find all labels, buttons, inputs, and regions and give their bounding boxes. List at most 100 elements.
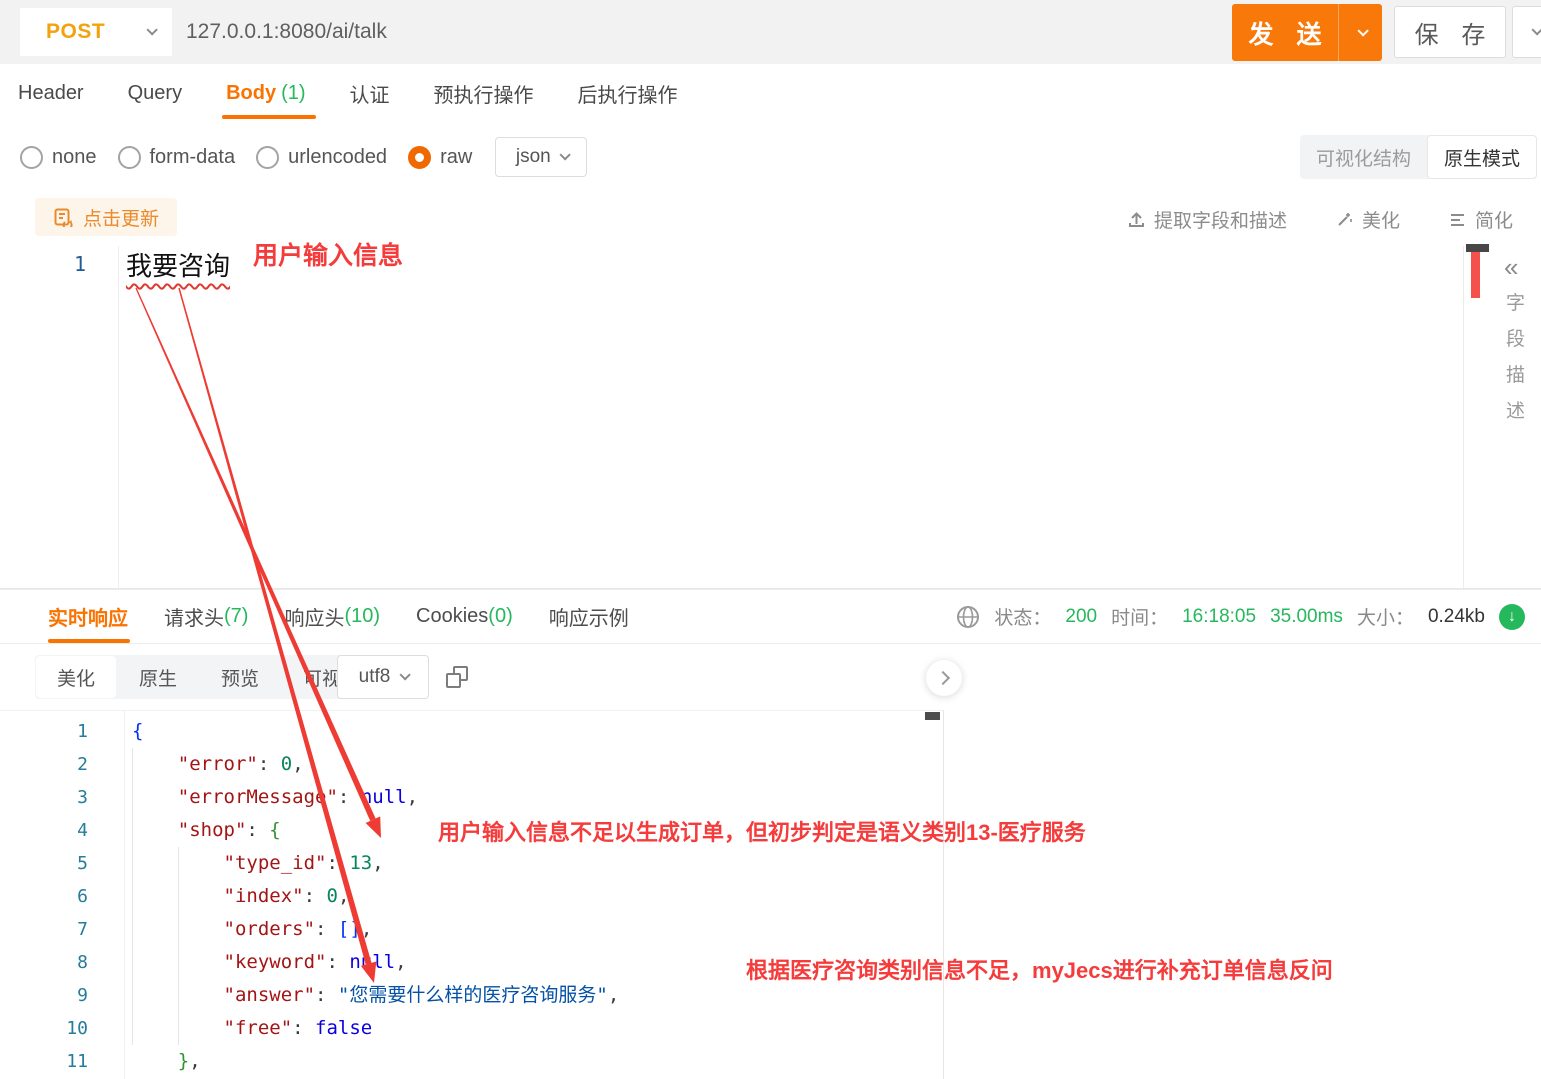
chevron-down-icon bbox=[1531, 24, 1541, 36]
tab-response-headers[interactable]: 响应头 (10) bbox=[284, 590, 380, 643]
radio-urlencoded[interactable]: urlencoded bbox=[256, 145, 387, 169]
response-view-switch: 美化 原生 预览 可视化 bbox=[35, 655, 383, 699]
code-line: "error": 0, bbox=[177, 753, 304, 775]
line-number: 2 bbox=[77, 754, 88, 775]
document-refresh-icon bbox=[54, 208, 73, 227]
duration-value: 35.00ms bbox=[1270, 605, 1343, 627]
editor-toolbar-links: 提取字段和描述 美化 简化 bbox=[1127, 192, 1513, 246]
mode-visual-structure[interactable]: 可视化结构 bbox=[1300, 135, 1427, 179]
tab-query[interactable]: Query bbox=[128, 64, 182, 122]
line-number: 1 bbox=[73, 252, 86, 276]
radio-circle-icon bbox=[117, 145, 141, 169]
method-label: POST bbox=[46, 20, 106, 43]
send-dropdown[interactable] bbox=[1338, 4, 1382, 61]
line-number: 9 bbox=[77, 985, 88, 1006]
click-update-button[interactable]: 点击更新 bbox=[35, 198, 178, 236]
annotation-followup-question: 根据医疗咨询类别信息不足，myJecs进行补充订单信息反问 bbox=[746, 958, 1333, 983]
error-marker bbox=[1471, 252, 1480, 298]
radio-none[interactable]: none bbox=[20, 145, 97, 169]
annotation-type-judgement: 用户输入信息不足以生成订单，但初步判定是语义类别13-医疗服务 bbox=[438, 820, 1086, 845]
response-tabs: 实时响应 请求头 (7) 响应头 (10) Cookies (0) 响应示例 bbox=[48, 590, 629, 643]
body-mode-switch: 可视化结构 原生模式 bbox=[1299, 135, 1537, 179]
size-value: 0.24kb bbox=[1427, 605, 1485, 627]
time-label: 时间： bbox=[1111, 608, 1169, 629]
tab-pre-exec[interactable]: 预执行操作 bbox=[434, 64, 534, 122]
rail-char: 段 bbox=[1506, 329, 1526, 350]
request-body-editor[interactable]: 1 我要咨询 « 字段描述 bbox=[0, 244, 1541, 589]
view-raw[interactable]: 原生 bbox=[117, 655, 199, 699]
collapse-panel-icon[interactable]: « bbox=[1504, 252, 1518, 283]
body-type-options: none form-data urlencoded raw json 可视化结构… bbox=[0, 122, 1541, 192]
line-number: 6 bbox=[77, 886, 88, 907]
response-code-lines[interactable]: { "error": 0, "errorMessage": null, "sho… bbox=[132, 715, 919, 1078]
time-value: 16:18:05 bbox=[1182, 605, 1257, 627]
save-dropdown[interactable] bbox=[1512, 6, 1541, 58]
line-number: 4 bbox=[77, 820, 88, 841]
response-code-panel[interactable]: 1 2 3 4 5 6 7 8 9 10 11 { "error": 0, "errorMessag… bbox=[0, 710, 944, 1079]
tab-response-example[interactable]: 响应示例 bbox=[549, 590, 629, 643]
radio-raw[interactable]: raw bbox=[408, 145, 472, 169]
response-status-bar: 状态： 200 时间： 16:18:05 35.00ms 大小： 0.24kb … bbox=[956, 590, 1525, 643]
rail-char: 字 bbox=[1506, 293, 1526, 314]
download-icon[interactable]: ↓ bbox=[1499, 603, 1525, 630]
copy-icon[interactable] bbox=[446, 666, 468, 688]
response-line-numbers: 1 2 3 4 5 6 7 8 9 10 11 bbox=[0, 715, 88, 1078]
scrollbar-thumb[interactable] bbox=[925, 712, 940, 720]
tab-cookies[interactable]: Cookies (0) bbox=[416, 590, 513, 643]
mode-raw[interactable]: 原生模式 bbox=[1426, 135, 1537, 179]
size-label: 大小： bbox=[1356, 608, 1414, 629]
save-button[interactable]: 保 存 bbox=[1394, 6, 1506, 58]
field-description-rail: « 字段描述 bbox=[1490, 246, 1541, 588]
view-beautify[interactable]: 美化 bbox=[36, 656, 117, 698]
send-button-label: 发 送 bbox=[1248, 20, 1330, 49]
lines-icon bbox=[1450, 213, 1464, 226]
radio-checked-icon bbox=[408, 145, 432, 169]
simplify-button[interactable]: 简化 bbox=[1448, 206, 1513, 233]
chevron-down-icon bbox=[1356, 24, 1369, 37]
radio-circle-icon bbox=[256, 145, 280, 169]
scrollbar-thumb[interactable] bbox=[1466, 244, 1489, 252]
rail-char: 述 bbox=[1506, 401, 1526, 422]
code-line: "free": false bbox=[223, 1017, 373, 1039]
tab-header[interactable]: Header bbox=[18, 64, 84, 122]
send-button[interactable]: 发 送 bbox=[1232, 4, 1382, 61]
format-select[interactable]: json bbox=[495, 137, 588, 177]
request-body-text[interactable]: 我要咨询 bbox=[126, 246, 230, 283]
request-bar: POST 127.0.0.1:8080/ai/talk 发 送 保 存 bbox=[0, 0, 1541, 64]
line-number: 3 bbox=[77, 787, 88, 808]
tab-realtime-response[interactable]: 实时响应 bbox=[48, 590, 130, 643]
response-toolbar: 美化 原生 预览 可视化 utf8 校验返回结果 按成功校验 bbox=[0, 644, 1541, 710]
tab-body-count: (1) bbox=[281, 81, 306, 104]
extract-fields-button[interactable]: 提取字段和描述 bbox=[1127, 206, 1287, 233]
radio-circle-icon bbox=[20, 145, 43, 169]
tab-auth[interactable]: 认证 bbox=[350, 64, 390, 122]
response-content: 1 2 3 4 5 6 7 8 9 10 11 { "error": 0, "errorMessag… bbox=[0, 710, 1541, 1079]
url-input[interactable]: 127.0.0.1:8080/ai/talk bbox=[186, 0, 387, 64]
line-number: 7 bbox=[77, 919, 88, 940]
code-line: "errorMessage": null, bbox=[177, 786, 419, 808]
encoding-select[interactable]: utf8 bbox=[337, 655, 429, 699]
magic-wand-icon bbox=[1338, 212, 1352, 226]
editor-toolbar: 点击更新 提取字段和描述 美化 简化 bbox=[0, 192, 1541, 246]
response-header: 实时响应 请求头 (7) 响应头 (10) Cookies (0) 响应示例 状态： … bbox=[0, 589, 1541, 644]
tab-body[interactable]: Body (1) bbox=[222, 64, 317, 122]
radio-form-data[interactable]: form-data bbox=[117, 145, 235, 169]
field-description-vertical-label[interactable]: 字段描述 bbox=[1506, 288, 1525, 423]
tab-post-exec[interactable]: 后执行操作 bbox=[578, 64, 678, 122]
view-preview[interactable]: 预览 bbox=[199, 655, 281, 699]
api-client-window: POST 127.0.0.1:8080/ai/talk 发 送 保 存 Head… bbox=[0, 0, 1541, 1079]
status-code: 200 bbox=[1065, 605, 1098, 627]
line-number: 1 bbox=[77, 721, 88, 742]
code-line: "orders": [], bbox=[223, 918, 373, 940]
method-select[interactable]: POST bbox=[20, 8, 172, 56]
scrollbar-track bbox=[1463, 246, 1464, 588]
chevron-right-icon bbox=[935, 670, 950, 686]
annotation-user-input: 用户输入信息 bbox=[253, 242, 404, 270]
beautify-button[interactable]: 美化 bbox=[1335, 206, 1400, 233]
tab-request-headers[interactable]: 请求头 (7) bbox=[164, 590, 248, 643]
line-number: 11 bbox=[66, 1051, 88, 1072]
expand-panel-button[interactable] bbox=[926, 660, 962, 696]
chevron-down-icon bbox=[146, 24, 158, 36]
chevron-down-icon bbox=[399, 669, 412, 681]
line-number: 10 bbox=[66, 1018, 88, 1039]
